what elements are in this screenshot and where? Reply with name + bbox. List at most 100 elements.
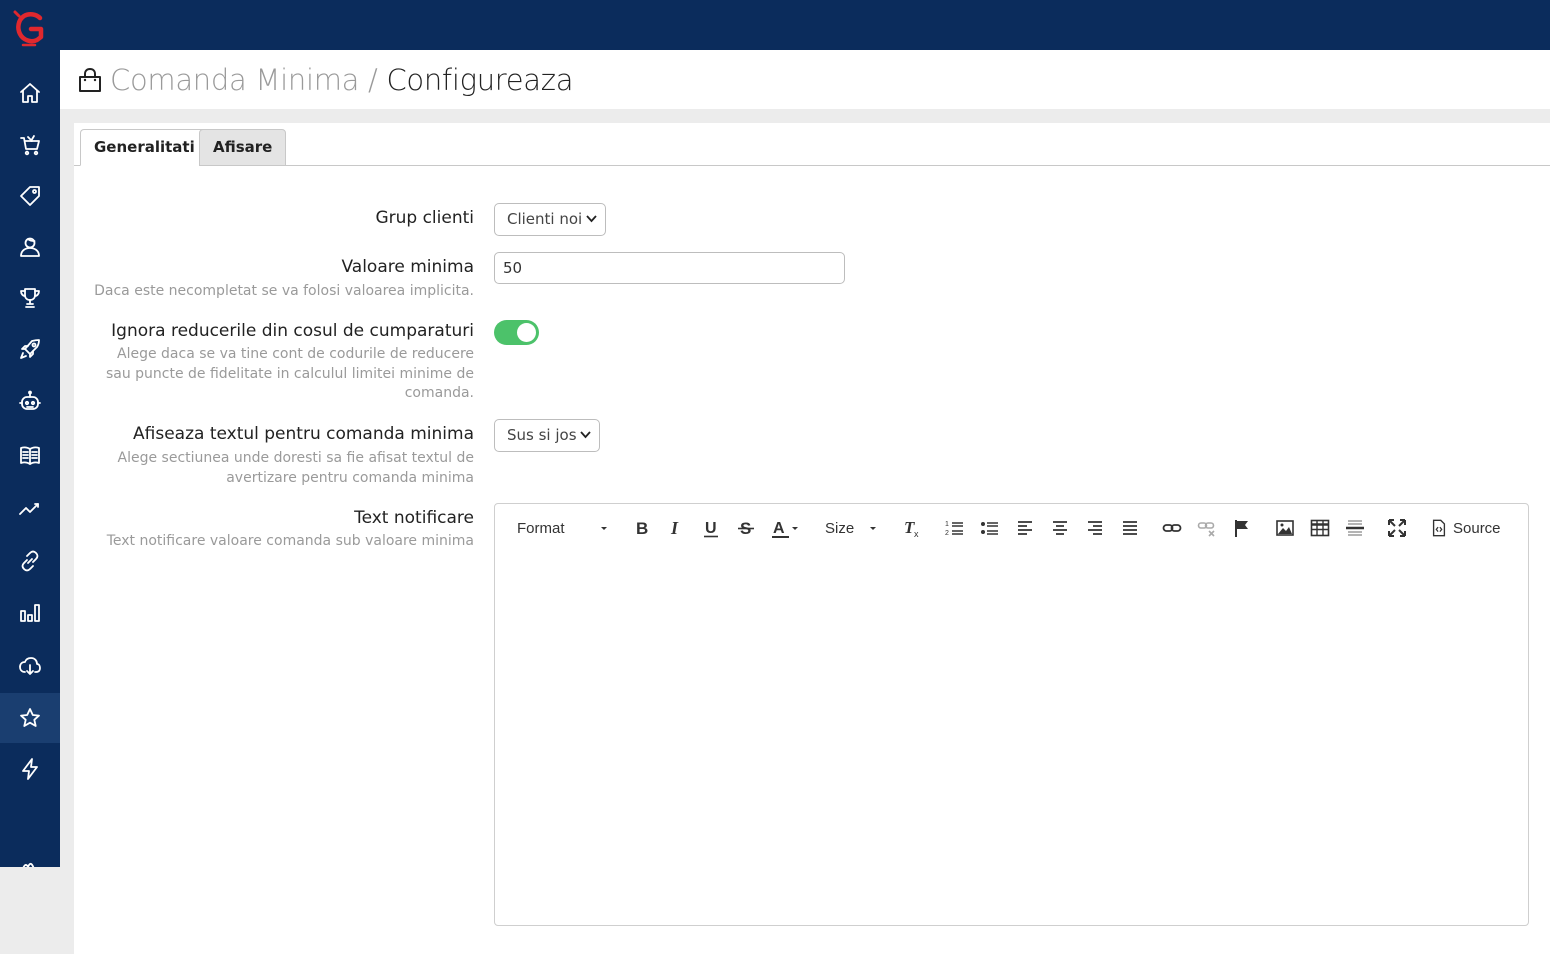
sidebar-item-quick-actions[interactable]: [0, 744, 60, 794]
format-combo[interactable]: Format: [517, 516, 613, 540]
svg-text:2: 2: [945, 530, 949, 537]
shopping-bag-icon: [79, 67, 101, 92]
editor-content-area[interactable]: [495, 552, 1528, 925]
customer-group-select[interactable]: Clienti noi: [494, 203, 606, 236]
tab-afisare[interactable]: Afisare: [199, 129, 287, 166]
flag-icon: [1235, 520, 1248, 537]
insert-table-button[interactable]: [1309, 516, 1331, 540]
remove-format-icon: Tx: [904, 518, 919, 538]
min-value-label: Valoare minima: [341, 257, 474, 277]
page-title: Comanda Minima / Configureaza: [110, 63, 573, 97]
page-header: Comanda Minima / Configureaza: [60, 50, 1550, 109]
display-position-select[interactable]: Sus si jos: [494, 419, 600, 452]
sidebar-footer-gap: [0, 867, 74, 954]
maximize-icon: [1388, 519, 1406, 537]
notification-text-hint: Text notificare valoare comanda sub valo…: [106, 533, 474, 549]
remove-format-button[interactable]: Tx: [900, 516, 924, 540]
sidebar-item-favorites[interactable]: [0, 693, 60, 743]
sidebar-item-integrations[interactable]: [0, 536, 60, 586]
source-button[interactable]: Source: [1430, 516, 1505, 540]
align-right-button[interactable]: [1084, 516, 1106, 540]
sidebar-item-rewards[interactable]: [0, 273, 60, 323]
users-icon: [20, 237, 40, 257]
size-combo[interactable]: Size: [825, 516, 881, 540]
ignore-discounts-label: Ignora reducerile din cosul de cumparatu…: [111, 321, 474, 341]
bold-icon: B: [636, 519, 648, 538]
align-right-icon: [1088, 521, 1102, 535]
sidebar-item-import-export[interactable]: [0, 641, 60, 691]
sidebar-item-automation[interactable]: [0, 376, 60, 426]
align-center-button[interactable]: [1049, 516, 1071, 540]
min-value-input[interactable]: 50: [494, 252, 845, 284]
unlink-button[interactable]: [1196, 516, 1218, 540]
align-center-icon: [1053, 521, 1067, 535]
sidebar-item-customers[interactable]: [0, 222, 60, 272]
size-label: Size: [825, 519, 855, 537]
toggle-knob: [517, 323, 536, 342]
trend-icon: [19, 503, 39, 515]
rich-text-editor: Format B I U S A Size Tx 1 2 Source: [494, 503, 1529, 926]
link-icon: [21, 550, 39, 572]
breadcrumb[interactable]: Comanda Minima: [110, 63, 359, 97]
strikethrough-button[interactable]: S: [735, 516, 757, 540]
svg-text:A: A: [773, 520, 785, 537]
unlink-icon: [1197, 522, 1215, 537]
justify-icon: [1123, 521, 1137, 535]
table-icon: [1310, 519, 1330, 537]
italic-button[interactable]: I: [665, 516, 687, 540]
svg-text:I: I: [670, 518, 679, 538]
sidebar-item-statistics[interactable]: [0, 484, 60, 534]
bold-button[interactable]: B: [631, 516, 653, 540]
display-position-hint: Alege sectiunea unde doresti sa fie afis…: [117, 450, 475, 486]
book-icon: [20, 446, 40, 465]
insert-image-button[interactable]: [1274, 516, 1296, 540]
image-icon: [1276, 520, 1294, 536]
sidebar-item-content[interactable]: [0, 430, 60, 480]
bulleted-list-icon: [981, 522, 998, 535]
sidebar: [0, 0, 60, 867]
tab-generalitati[interactable]: Generalitati: [80, 129, 209, 166]
underline-button[interactable]: U: [700, 516, 722, 540]
top-bar: [0, 0, 1550, 50]
horizontal-line-button[interactable]: [1344, 516, 1366, 540]
content-panel: Generalitati Afisare Grup clienti Client…: [74, 123, 1550, 954]
underline-icon: U: [704, 520, 718, 538]
bulleted-list-button[interactable]: [979, 516, 1001, 540]
bolt-icon: [22, 758, 38, 780]
sidebar-item-products[interactable]: [0, 171, 60, 221]
customer-group-value: Clienti noi: [507, 210, 583, 228]
horizontal-line-icon: [1346, 520, 1364, 536]
svg-text:x: x: [914, 529, 919, 538]
align-left-button[interactable]: [1014, 516, 1036, 540]
star-icon: [20, 708, 40, 727]
bar-chart-icon: [20, 604, 40, 622]
tag-icon: [20, 186, 40, 206]
chevron-down-icon: [586, 215, 597, 223]
justify-button[interactable]: [1119, 516, 1141, 540]
source-icon: [1432, 519, 1446, 537]
app-logo[interactable]: [13, 10, 47, 48]
sidebar-item-orders[interactable]: [0, 120, 60, 170]
min-value-hint: Daca este necompletat se va folosi valoa…: [94, 283, 474, 299]
sidebar-item-marketing[interactable]: [0, 324, 60, 374]
size-dropdown-icon: [870, 527, 877, 530]
robot-icon: [19, 390, 41, 410]
text-color-icon: A: [772, 520, 798, 538]
breadcrumb-separator: /: [359, 63, 387, 97]
insert-link-button[interactable]: [1161, 516, 1183, 540]
sidebar-item-reports[interactable]: [0, 588, 60, 638]
ignore-discounts-toggle[interactable]: [494, 320, 539, 345]
svg-text:B: B: [636, 519, 648, 538]
svg-text:U: U: [705, 520, 717, 537]
strikethrough-icon: S: [738, 519, 754, 538]
text-color-button[interactable]: A: [771, 516, 801, 540]
sidebar-item-home[interactable]: [0, 68, 60, 118]
home-icon: [20, 83, 40, 103]
editor-toolbar: Format B I U S A Size Tx 1 2 Source: [495, 504, 1528, 552]
numbered-list-button[interactable]: 12: [944, 516, 966, 540]
link-icon: [1162, 524, 1182, 532]
group-label: Grup clienti: [375, 208, 474, 228]
anchor-button[interactable]: [1231, 516, 1253, 540]
sidebar-item-more[interactable]: [0, 835, 60, 867]
maximize-button[interactable]: [1386, 516, 1408, 540]
